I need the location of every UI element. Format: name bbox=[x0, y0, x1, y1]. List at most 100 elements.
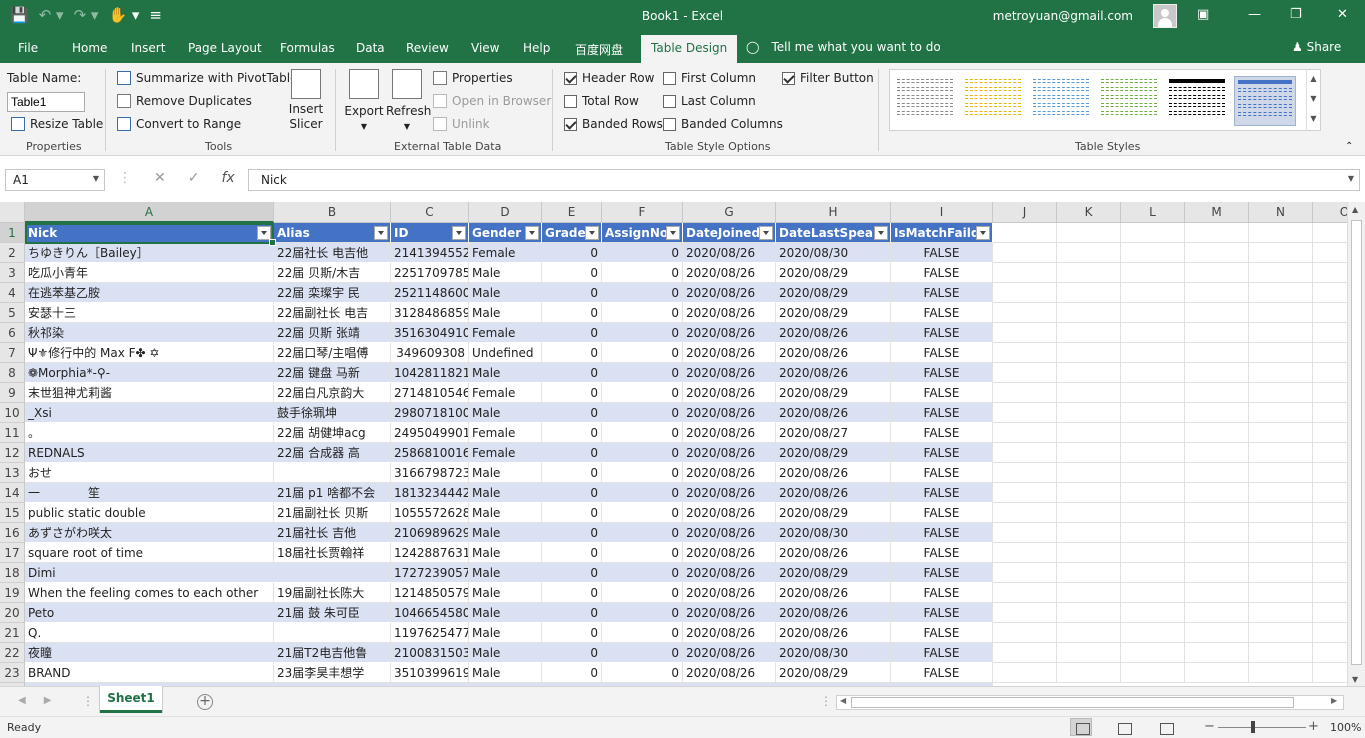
empty-cell[interactable] bbox=[1185, 303, 1249, 323]
table-cell[interactable]: 2020/08/26 bbox=[683, 383, 776, 403]
page-layout-view-icon[interactable] bbox=[1112, 718, 1134, 736]
table-cell[interactable]: 1242887631 bbox=[391, 543, 469, 563]
table-cell[interactable]: Male bbox=[469, 523, 542, 543]
formula-input[interactable]: Nick ▼ bbox=[248, 169, 1360, 191]
empty-cell[interactable] bbox=[1057, 543, 1121, 563]
table-cell[interactable]: 2020/08/29 bbox=[776, 503, 891, 523]
open-in-browser-button[interactable]: Open in Browser bbox=[433, 94, 551, 108]
chevron-right-icon[interactable]: ▶ bbox=[44, 695, 52, 706]
table-cell[interactable]: 21届副社长 贝斯 bbox=[274, 503, 391, 523]
table-cell[interactable]: REDNALS bbox=[25, 443, 274, 463]
filter-dropdown-icon[interactable] bbox=[874, 226, 888, 240]
table-cell[interactable]: 0 bbox=[542, 523, 602, 543]
unlink-button[interactable]: Unlink bbox=[433, 117, 490, 131]
table-cell[interactable]: Undefined bbox=[469, 343, 542, 363]
chevron-down-icon[interactable]: ▼ bbox=[1348, 174, 1354, 183]
account-email[interactable]: metroyuan@gmail.com bbox=[993, 9, 1133, 23]
resize-table-button[interactable]: Resize Table bbox=[11, 117, 103, 131]
table-cell[interactable]: 2020/08/29 bbox=[776, 383, 891, 403]
table-cell[interactable]: 2020/08/26 bbox=[683, 423, 776, 443]
table-cell[interactable]: 22届 胡健坤acg bbox=[274, 423, 391, 443]
empty-cell[interactable] bbox=[1121, 383, 1185, 403]
table-cell[interactable]: FALSE bbox=[891, 383, 993, 403]
table-cell[interactable]: Male bbox=[469, 643, 542, 663]
table-cell[interactable]: 2100831503 bbox=[391, 643, 469, 663]
table-cell[interactable]: おせ bbox=[25, 463, 274, 483]
table-cell[interactable]: 21届T2电吉他鲁 bbox=[274, 643, 391, 663]
table-cell[interactable]: 0 bbox=[542, 483, 602, 503]
empty-cell[interactable] bbox=[1313, 463, 1347, 483]
table-cell[interactable]: _Xsi bbox=[25, 403, 274, 423]
table-cell[interactable]: square root of time bbox=[25, 543, 274, 563]
zoom-in-icon[interactable]: + bbox=[1308, 719, 1319, 734]
table-cell[interactable]: 0 bbox=[602, 583, 683, 603]
table-cell[interactable]: 0 bbox=[602, 623, 683, 643]
empty-cell[interactable] bbox=[1057, 383, 1121, 403]
empty-cell[interactable] bbox=[1249, 243, 1313, 263]
empty-cell[interactable] bbox=[1185, 263, 1249, 283]
table-cell[interactable]: 2020/08/26 bbox=[683, 323, 776, 343]
empty-cell[interactable] bbox=[1249, 483, 1313, 503]
table-cell[interactable]: 0 bbox=[602, 523, 683, 543]
empty-cell[interactable] bbox=[1313, 363, 1347, 383]
more-icon[interactable]: ⋮ bbox=[820, 694, 832, 708]
table-style-swatch[interactable] bbox=[1030, 76, 1092, 126]
table-cell[interactable]: 2020/08/26 bbox=[776, 603, 891, 623]
table-cell[interactable]: FALSE bbox=[891, 463, 993, 483]
table-cell[interactable]: 0 bbox=[542, 463, 602, 483]
empty-cell[interactable] bbox=[1249, 343, 1313, 363]
empty-cell[interactable] bbox=[1185, 483, 1249, 503]
empty-cell[interactable] bbox=[1313, 243, 1347, 263]
row-header[interactable]: 19 bbox=[0, 583, 25, 603]
table-cell[interactable]: FALSE bbox=[891, 443, 993, 463]
row-header[interactable]: 20 bbox=[0, 603, 25, 623]
empty-cell[interactable] bbox=[993, 563, 1057, 583]
enter-icon[interactable]: ✓ bbox=[188, 170, 200, 186]
empty-cell[interactable] bbox=[1313, 223, 1347, 243]
collapse-ribbon-icon[interactable]: ⌃ bbox=[1345, 141, 1353, 152]
empty-cell[interactable] bbox=[1121, 223, 1185, 243]
share-button[interactable]: ♟ Share bbox=[1292, 40, 1341, 54]
table-cell[interactable]: FALSE bbox=[891, 543, 993, 563]
empty-cell[interactable] bbox=[993, 483, 1057, 503]
table-cell[interactable]: 2020/08/26 bbox=[683, 303, 776, 323]
table-cell[interactable]: 2020/08/26 bbox=[776, 463, 891, 483]
empty-cell[interactable] bbox=[1313, 543, 1347, 563]
filter-dropdown-icon[interactable] bbox=[666, 226, 680, 240]
table-cell[interactable]: 3516304910 bbox=[391, 323, 469, 343]
table-cell[interactable]: FALSE bbox=[891, 643, 993, 663]
page-break-view-icon[interactable] bbox=[1154, 718, 1176, 736]
chevron-down-icon[interactable]: ▼ bbox=[1307, 89, 1320, 109]
table-cell[interactable]: 0 bbox=[602, 603, 683, 623]
empty-cell[interactable] bbox=[1249, 643, 1313, 663]
table-cell[interactable]: BRAND bbox=[25, 663, 274, 683]
column-header-a[interactable]: A bbox=[25, 202, 274, 223]
empty-cell[interactable] bbox=[1121, 283, 1185, 303]
empty-cell[interactable] bbox=[1185, 423, 1249, 443]
table-cell[interactable]: 2020/08/26 bbox=[683, 583, 776, 603]
table-cell[interactable]: 2714810546 bbox=[391, 383, 469, 403]
empty-cell[interactable] bbox=[1057, 263, 1121, 283]
banded-rows-checkbox[interactable]: Banded Rows bbox=[564, 117, 663, 131]
insert-slicer-button[interactable]: Insert Slicer bbox=[287, 69, 325, 132]
table-cell[interactable]: 0 bbox=[542, 283, 602, 303]
column-header-c[interactable]: C bbox=[391, 202, 469, 223]
table-cell[interactable]: FALSE bbox=[891, 303, 993, 323]
table-cell[interactable]: 0 bbox=[542, 503, 602, 523]
column-header-m[interactable]: M bbox=[1185, 202, 1249, 223]
empty-cell[interactable] bbox=[1057, 423, 1121, 443]
empty-cell[interactable] bbox=[1249, 403, 1313, 423]
empty-cell[interactable] bbox=[1249, 263, 1313, 283]
cancel-icon[interactable]: ✕ bbox=[154, 170, 166, 186]
table-cell[interactable]: FALSE bbox=[891, 323, 993, 343]
empty-cell[interactable] bbox=[993, 503, 1057, 523]
empty-cell[interactable] bbox=[1313, 603, 1347, 623]
table-cell[interactable]: 22届白凡京韵大 bbox=[274, 383, 391, 403]
empty-cell[interactable] bbox=[1313, 403, 1347, 423]
table-cell[interactable]: 0 bbox=[602, 543, 683, 563]
empty-cell[interactable] bbox=[1185, 443, 1249, 463]
empty-cell[interactable] bbox=[1121, 243, 1185, 263]
empty-cell[interactable] bbox=[993, 383, 1057, 403]
table-cell[interactable]: Female bbox=[469, 443, 542, 463]
table-cell[interactable]: Male bbox=[469, 503, 542, 523]
